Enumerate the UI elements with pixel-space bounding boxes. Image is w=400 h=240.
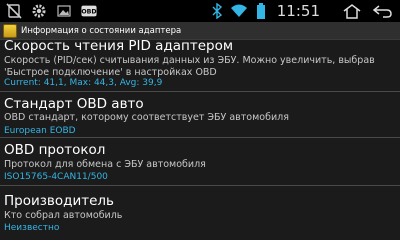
settings-gear-icon: [31, 3, 47, 19]
wifi-icon: [230, 3, 247, 19]
obd-icon: OBD: [81, 3, 97, 19]
item-title: Стандарт OBD авто: [4, 96, 144, 112]
item-summary: Скорость (PID/сек) считывания данных из …: [4, 55, 375, 78]
list-item-manufacturer[interactable]: Производитель Кто собрал автомобиль Неиз…: [0, 186, 400, 240]
app-logo-icon: [3, 23, 17, 38]
list-item-pid-speed[interactable]: Скорость чтения PID адаптером Скорость (…: [0, 38, 400, 90]
item-value: European EOBD: [4, 126, 76, 136]
item-title: OBD протокол: [4, 142, 106, 158]
item-value: Current: 41,1, Max: 44,3, Avg: 39,9: [4, 78, 163, 88]
item-summary: OBD стандарт, которому соответствует ЭБУ…: [4, 112, 289, 123]
svg-text:OBD: OBD: [81, 9, 96, 16]
list-item-obd-protocol[interactable]: OBD протокол Протокол для обмена с ЭБУ а…: [0, 138, 400, 184]
back-icon[interactable]: [370, 3, 394, 19]
item-title: Скорость чтения PID адаптером: [4, 38, 234, 54]
item-summary: Протокол для обмена с ЭБУ автомобиля: [4, 159, 206, 170]
bluetooth-icon: [209, 3, 225, 19]
item-title: Производитель: [4, 193, 115, 209]
status-bar: OBD 11:51: [0, 0, 400, 22]
image-icon: [56, 3, 72, 19]
list-item-obd-standard[interactable]: Стандарт OBD авто OBD стандарт, которому…: [0, 92, 400, 136]
item-summary: Кто собрал автомобиль: [4, 210, 123, 221]
screen-off-icon: [6, 3, 22, 19]
home-icon[interactable]: [340, 3, 364, 19]
status-clock: 11:51: [276, 2, 320, 20]
action-bar-title: Информация о состоянии адаптера: [21, 25, 182, 36]
item-value: ISO15765-4CAN11/500: [4, 172, 108, 182]
battery-icon: [253, 3, 269, 19]
item-value: Неизвестно: [4, 223, 60, 233]
